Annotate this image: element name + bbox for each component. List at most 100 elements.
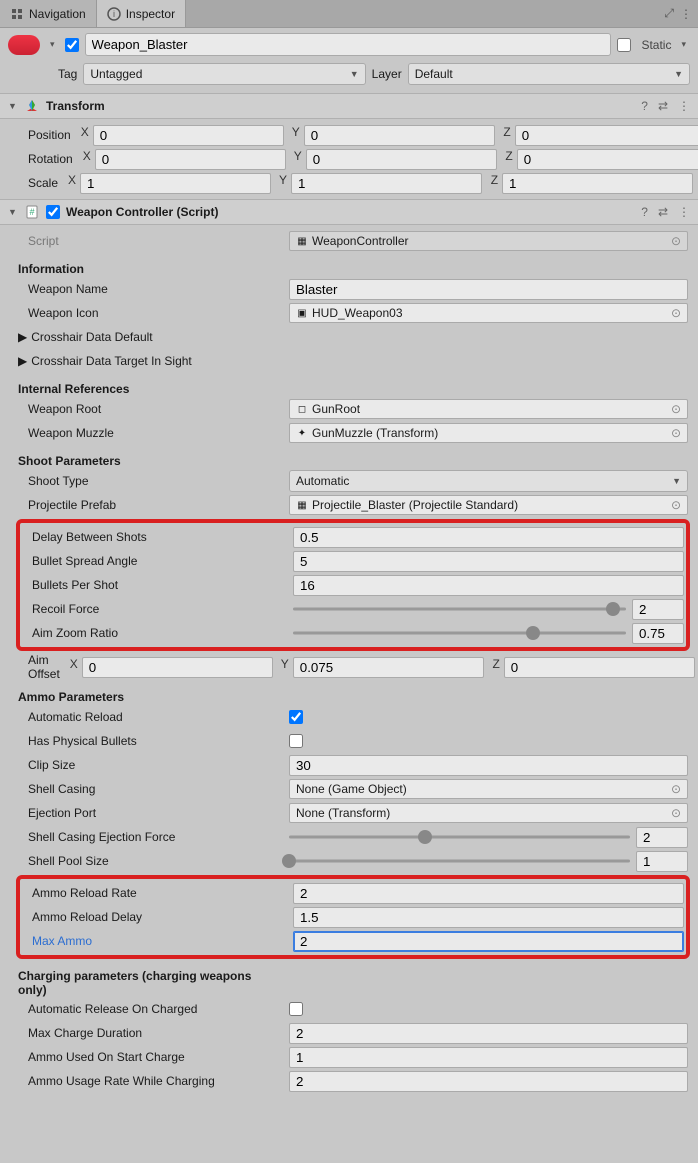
scale-x-input[interactable] bbox=[80, 173, 271, 194]
ammo-reload-delay-label: Ammo Reload Delay bbox=[22, 910, 287, 924]
static-label: Static bbox=[641, 38, 671, 52]
recoil-force-slider[interactable] bbox=[293, 602, 626, 616]
crosshair-target-foldout[interactable]: ▶Crosshair Data Target In Sight bbox=[18, 354, 283, 368]
internal-references-header: Internal References bbox=[18, 382, 283, 396]
max-charge-duration-input[interactable] bbox=[289, 1023, 688, 1044]
shell-pool-value[interactable] bbox=[636, 851, 688, 872]
aim-zoom-value[interactable] bbox=[632, 623, 684, 644]
ejection-force-slider[interactable] bbox=[289, 830, 630, 844]
weapon-muzzle-field[interactable]: ✦GunMuzzle (Transform)⊙ bbox=[289, 423, 688, 443]
recoil-force-value[interactable] bbox=[632, 599, 684, 620]
auto-release-checkbox[interactable] bbox=[289, 1002, 303, 1016]
context-menu-icon[interactable]: ⋮ bbox=[678, 205, 690, 219]
aim-offset-y-input[interactable] bbox=[293, 657, 484, 678]
dock-icon[interactable]: ⤢ bbox=[664, 6, 674, 21]
automatic-reload-checkbox[interactable] bbox=[289, 710, 303, 724]
context-menu-icon[interactable]: ⋮ bbox=[678, 99, 690, 113]
tab-label: Inspector bbox=[126, 7, 175, 21]
foldout-icon[interactable]: ▼ bbox=[8, 101, 18, 111]
chevron-down-icon: ▼ bbox=[350, 69, 359, 79]
ammo-reload-rate-input[interactable] bbox=[293, 883, 684, 904]
preset-icon[interactable]: ⇄ bbox=[658, 205, 668, 219]
position-y-input[interactable] bbox=[304, 125, 495, 146]
static-dropdown[interactable]: ▾ bbox=[677, 39, 690, 50]
context-menu-icon[interactable]: ⋮ bbox=[680, 7, 692, 21]
object-picker-icon[interactable]: ⊙ bbox=[671, 306, 681, 320]
rotation-x-input[interactable] bbox=[95, 149, 286, 170]
shoot-parameters-header: Shoot Parameters bbox=[18, 454, 283, 468]
prefab-dropdown[interactable]: ▾ bbox=[46, 39, 59, 50]
navigation-icon bbox=[10, 7, 24, 21]
aim-offset-x-input[interactable] bbox=[82, 657, 273, 678]
tab-inspector[interactable]: i Inspector bbox=[97, 0, 186, 27]
highlight-box-ammo: Ammo Reload Rate Ammo Reload Delay Max A… bbox=[16, 875, 690, 959]
bullet-spread-input[interactable] bbox=[293, 551, 684, 572]
script-field: ▦WeaponController⊙ bbox=[289, 231, 688, 251]
crosshair-default-foldout[interactable]: ▶Crosshair Data Default bbox=[18, 330, 283, 344]
rotation-y-input[interactable] bbox=[306, 149, 497, 170]
projectile-prefab-field[interactable]: ▦Projectile_Blaster (Projectile Standard… bbox=[289, 495, 688, 515]
weapon-root-field[interactable]: ◻GunRoot⊙ bbox=[289, 399, 688, 419]
foldout-closed-icon: ▶ bbox=[18, 330, 27, 344]
aim-offset-z-input[interactable] bbox=[504, 657, 695, 678]
weapon-icon-label: Weapon Icon bbox=[18, 306, 283, 320]
scale-y-input[interactable] bbox=[291, 173, 482, 194]
shell-casing-field[interactable]: None (Game Object)⊙ bbox=[289, 779, 688, 799]
object-picker-icon[interactable]: ⊙ bbox=[671, 806, 681, 820]
transform-header[interactable]: ▼ Transform ?⇄⋮ bbox=[0, 93, 698, 119]
clip-size-input[interactable] bbox=[289, 755, 688, 776]
highlight-box-shoot: Delay Between Shots Bullet Spread Angle … bbox=[16, 519, 690, 651]
transform-icon: ✦ bbox=[296, 427, 308, 439]
max-ammo-input[interactable] bbox=[293, 931, 684, 952]
clip-size-label: Clip Size bbox=[18, 758, 283, 772]
has-physical-bullets-checkbox[interactable] bbox=[289, 734, 303, 748]
shell-casing-label: Shell Casing bbox=[18, 782, 283, 796]
shell-pool-slider[interactable] bbox=[289, 854, 630, 868]
shoot-type-dropdown[interactable]: Automatic▼ bbox=[289, 470, 688, 492]
position-label: Position bbox=[18, 128, 71, 142]
gameobject-name-input[interactable] bbox=[85, 33, 612, 56]
active-checkbox[interactable] bbox=[65, 38, 79, 52]
object-picker-icon[interactable]: ⊙ bbox=[671, 498, 681, 512]
script-file-icon: ▦ bbox=[296, 235, 308, 247]
static-checkbox[interactable] bbox=[617, 38, 631, 52]
weapon-name-input[interactable] bbox=[289, 279, 688, 300]
charging-parameters-header: Charging parameters (charging weapons on… bbox=[18, 969, 283, 997]
component-enabled-checkbox[interactable] bbox=[46, 205, 60, 219]
ejection-force-value[interactable] bbox=[636, 827, 688, 848]
object-picker-icon[interactable]: ⊙ bbox=[671, 402, 681, 416]
object-picker-icon[interactable]: ⊙ bbox=[671, 782, 681, 796]
bullet-spread-label: Bullet Spread Angle bbox=[22, 554, 287, 568]
help-icon[interactable]: ? bbox=[641, 205, 648, 219]
layer-dropdown[interactable]: Default▼ bbox=[408, 63, 690, 85]
weapon-controller-header[interactable]: ▼ # Weapon Controller (Script) ?⇄⋮ bbox=[0, 199, 698, 225]
max-charge-duration-label: Max Charge Duration bbox=[18, 1026, 283, 1040]
bullets-per-shot-input[interactable] bbox=[293, 575, 684, 596]
tab-navigation[interactable]: Navigation bbox=[0, 0, 97, 27]
ammo-used-start-input[interactable] bbox=[289, 1047, 688, 1068]
ammo-usage-rate-input[interactable] bbox=[289, 1071, 688, 1092]
position-z-input[interactable] bbox=[515, 125, 698, 146]
weapon-icon-field[interactable]: ▣HUD_Weapon03⊙ bbox=[289, 303, 688, 323]
ejection-port-field[interactable]: None (Transform)⊙ bbox=[289, 803, 688, 823]
help-icon[interactable]: ? bbox=[641, 99, 648, 113]
ammo-reload-delay-input[interactable] bbox=[293, 907, 684, 928]
scale-z-input[interactable] bbox=[502, 173, 693, 194]
object-picker-icon[interactable]: ⊙ bbox=[671, 426, 681, 440]
foldout-icon[interactable]: ▼ bbox=[8, 207, 18, 217]
aim-zoom-slider[interactable] bbox=[293, 626, 626, 640]
preset-icon[interactable]: ⇄ bbox=[658, 99, 668, 113]
object-picker-icon[interactable]: ⊙ bbox=[671, 234, 681, 248]
aim-offset-label: Aim Offset bbox=[18, 653, 60, 681]
prefab-file-icon: ▦ bbox=[296, 499, 308, 511]
weapon-name-label: Weapon Name bbox=[18, 282, 283, 296]
script-icon: # bbox=[24, 204, 40, 220]
tag-dropdown[interactable]: Untagged▼ bbox=[83, 63, 365, 85]
ammo-used-start-label: Ammo Used On Start Charge bbox=[18, 1050, 283, 1064]
svg-text:i: i bbox=[113, 9, 115, 19]
rotation-z-input[interactable] bbox=[517, 149, 698, 170]
position-x-input[interactable] bbox=[93, 125, 284, 146]
gameobject-header: ▾ Static ▾ bbox=[0, 28, 698, 61]
delay-between-shots-input[interactable] bbox=[293, 527, 684, 548]
auto-release-label: Automatic Release On Charged bbox=[18, 1002, 283, 1016]
